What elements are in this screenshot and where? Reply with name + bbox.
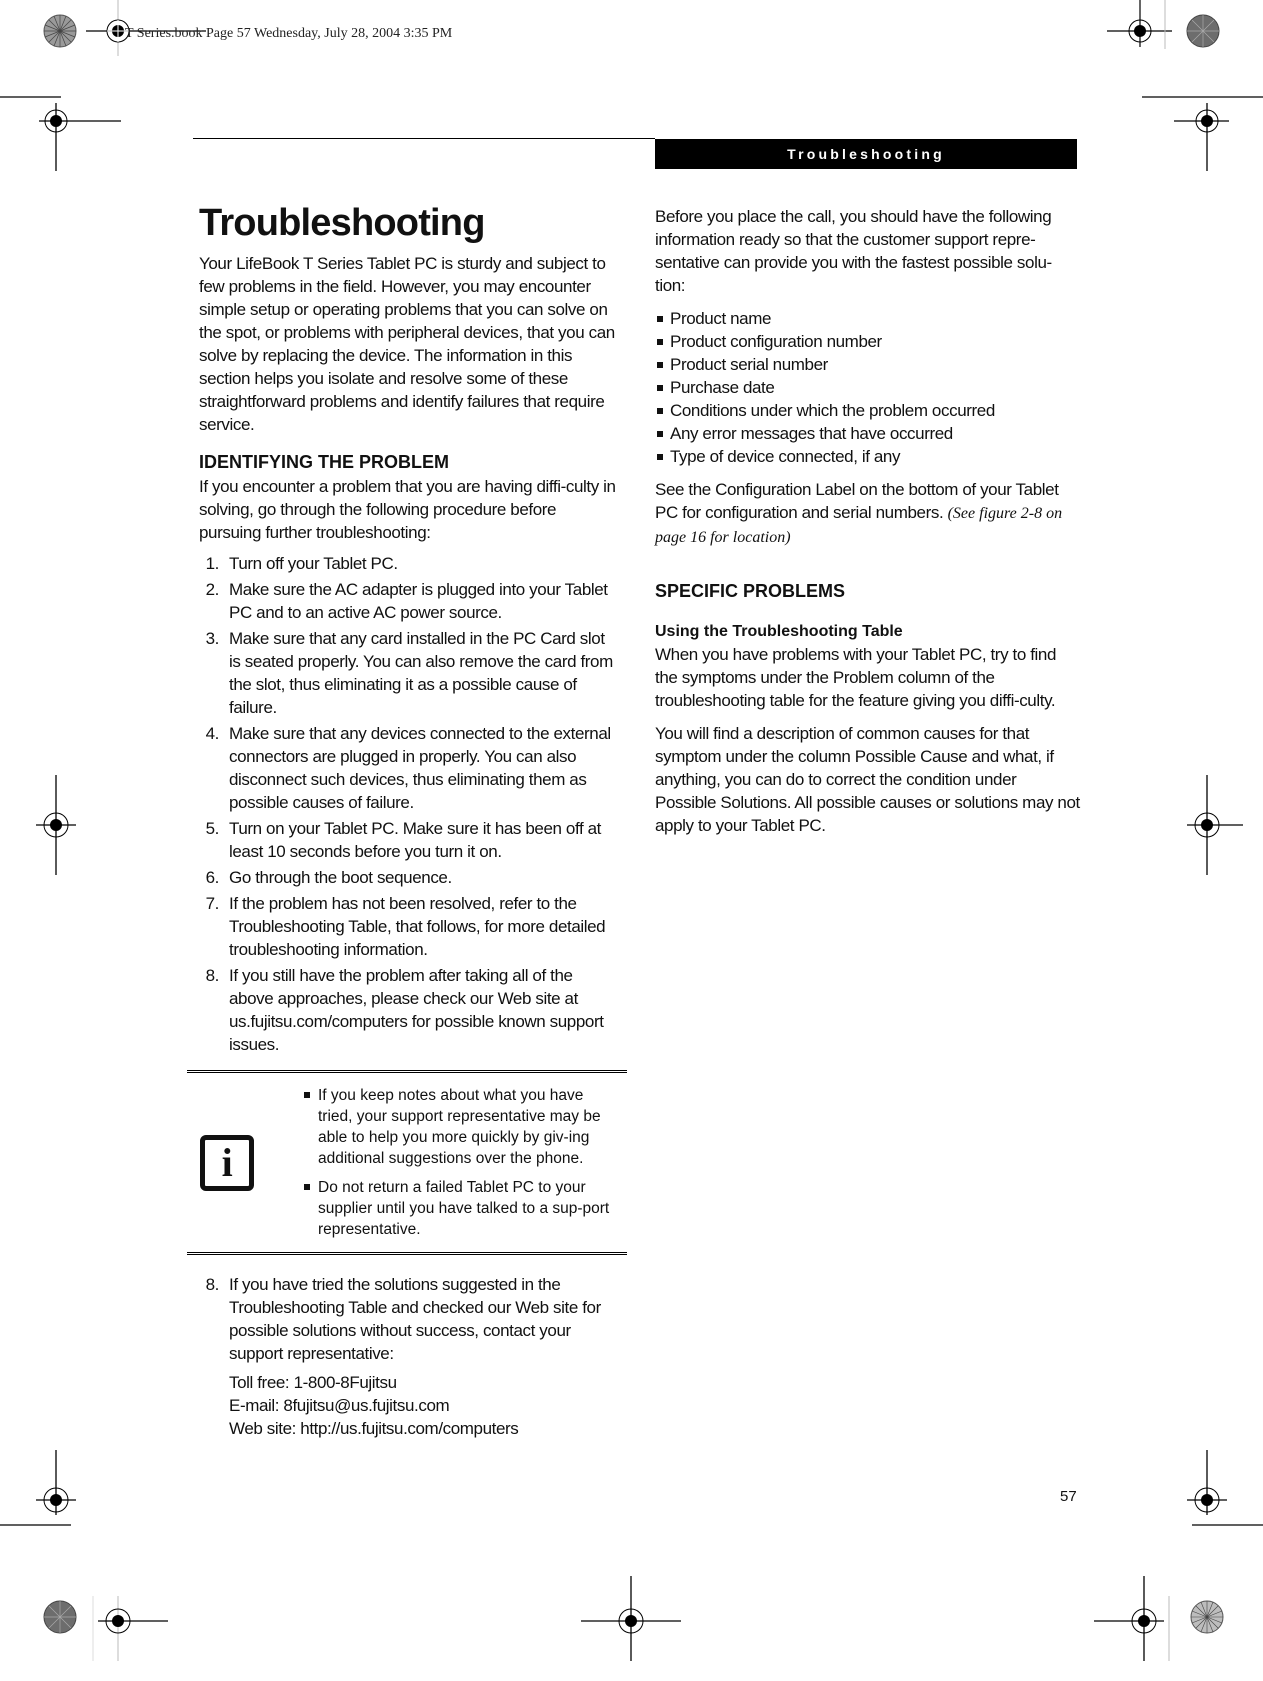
- note-text: If you keep notes about what you have tr…: [318, 1087, 601, 1167]
- support-website: Web site: http://us.fujitsu.com/computer…: [229, 1419, 519, 1438]
- page-title: Troubleshooting: [199, 202, 485, 244]
- step-number: 7.: [205, 894, 220, 913]
- checklist-text: Any error messages that have occurred: [670, 424, 953, 443]
- procedure-step: 1. Turn off your Tablet PC.: [199, 552, 619, 575]
- procedure-step: 4. Make sure that any devices connected t…: [199, 722, 619, 814]
- step-text: Make sure that any devices connected to …: [229, 724, 611, 812]
- step-text: Go through the boot sequence.: [229, 868, 452, 887]
- bullet-icon: [657, 431, 663, 437]
- procedure-step: 5. Turn on your Tablet PC. Make sure it h…: [199, 817, 619, 863]
- contact-info: Toll free: 1-800-8Fujitsu E-mail: 8fujit…: [229, 1371, 619, 1440]
- bullet-icon: [657, 339, 663, 345]
- checklist-text: Product configuration number: [670, 332, 882, 351]
- step-text: Turn off your Tablet PC.: [229, 554, 398, 573]
- checklist-text: Product name: [670, 309, 772, 328]
- checklist-item: Any error messages that have occurred: [655, 422, 1080, 445]
- table-usage-paragraph: When you have problems with your Tablet …: [655, 645, 1056, 710]
- step-number: 5.: [205, 819, 220, 838]
- config-label-paragraph: See the Configuration Label on the botto…: [655, 478, 1080, 549]
- step-number: 8.: [205, 1275, 220, 1294]
- bullet-icon: [657, 408, 663, 414]
- left-column: Troubleshooting Your LifeBook T Series T…: [187, 200, 627, 1440]
- toll-free-number: Toll free: 1-800-8Fujitsu: [229, 1373, 397, 1392]
- procedure-step: 3. Make sure that any card installed in t…: [199, 627, 619, 719]
- call-prep-paragraph: Before you place the call, you should ha…: [655, 207, 1052, 295]
- bullet-icon: [657, 316, 663, 322]
- checklist-item: Purchase date: [655, 376, 1080, 399]
- bullet-icon: [657, 454, 663, 460]
- causes-paragraph: You will find a description of common ca…: [655, 724, 1080, 835]
- step-number: 8.: [205, 966, 220, 985]
- checklist-item: Product name: [655, 307, 1080, 330]
- step-number: 2.: [205, 580, 220, 599]
- checklist-text: Conditions under which the problem occur…: [670, 401, 995, 420]
- bullet-icon: [657, 385, 663, 391]
- running-header: Troubleshooting: [655, 139, 1077, 169]
- header-rule: [193, 138, 655, 139]
- bullet-icon: [304, 1092, 310, 1098]
- info-note-box: i If you keep notes about what you have …: [187, 1070, 627, 1255]
- step-number: 6.: [205, 868, 220, 887]
- print-slug-line: T Series.book Page 57 Wednesday, July 28…: [125, 26, 453, 41]
- info-icon: i: [200, 1134, 254, 1191]
- checklist-text: Purchase date: [670, 378, 775, 397]
- procedure-step: 2. Make sure the AC adapter is plugged in…: [199, 578, 619, 624]
- section-intro: If you encounter a problem that you are …: [199, 477, 616, 542]
- step-text: Make sure that any card installed in the…: [229, 629, 613, 717]
- procedure-step: 8. If you still have the problem after ta…: [199, 964, 619, 1056]
- info-checklist: Product name Product configuration numbe…: [655, 307, 1080, 468]
- step-number: 3.: [205, 629, 220, 648]
- checklist-item: Conditions under which the problem occur…: [655, 399, 1080, 422]
- step-number: 1.: [205, 554, 220, 573]
- step-text: Make sure the AC adapter is plugged into…: [229, 580, 608, 622]
- note-item: Do not return a failed Tablet PC to your…: [304, 1177, 621, 1240]
- bullet-icon: [304, 1184, 310, 1190]
- note-text: Do not return a failed Tablet PC to your…: [318, 1179, 610, 1238]
- note-item: If you keep notes about what you have tr…: [304, 1085, 621, 1169]
- page-number: 57: [1060, 1488, 1077, 1505]
- checklist-item: Type of device connected, if any: [655, 445, 1080, 468]
- intro-paragraph: Your LifeBook T Series Tablet PC is stur…: [199, 254, 615, 434]
- section-heading-specific: SPECIFIC PROBLEMS: [655, 581, 846, 601]
- step-text: If the problem has not been resolved, re…: [229, 894, 606, 959]
- step-number: 4.: [205, 724, 220, 743]
- step-text: If you still have the problem after taki…: [229, 966, 604, 1054]
- section-heading-identifying: IDENTIFYING THE PROBLEM: [199, 452, 450, 472]
- procedure-step: 7. If the problem has not been resolved, …: [199, 892, 619, 961]
- support-email: E-mail: 8fujitsu@us.fujitsu.com: [229, 1396, 450, 1415]
- right-column: Before you place the call, you should ha…: [655, 205, 1080, 837]
- checklist-text: Product serial number: [670, 355, 828, 374]
- procedure-list: 1. Turn off your Tablet PC. 2. Make sure t…: [199, 552, 619, 1056]
- step-text: If you have tried the solutions suggeste…: [229, 1275, 601, 1363]
- final-step-list: 8. If you have tried the solutions sugges…: [199, 1273, 619, 1365]
- procedure-step: 6. Go through the boot sequence.: [199, 866, 619, 889]
- checklist-item: Product serial number: [655, 353, 1080, 376]
- procedure-step: 8. If you have tried the solutions sugges…: [199, 1273, 619, 1365]
- step-text: Turn on your Tablet PC. Make sure it has…: [229, 819, 601, 861]
- bullet-icon: [657, 362, 663, 368]
- checklist-item: Product configuration number: [655, 330, 1080, 353]
- checklist-text: Type of device connected, if any: [670, 447, 901, 466]
- subheading-table-usage: Using the Troubleshooting Table: [655, 623, 903, 640]
